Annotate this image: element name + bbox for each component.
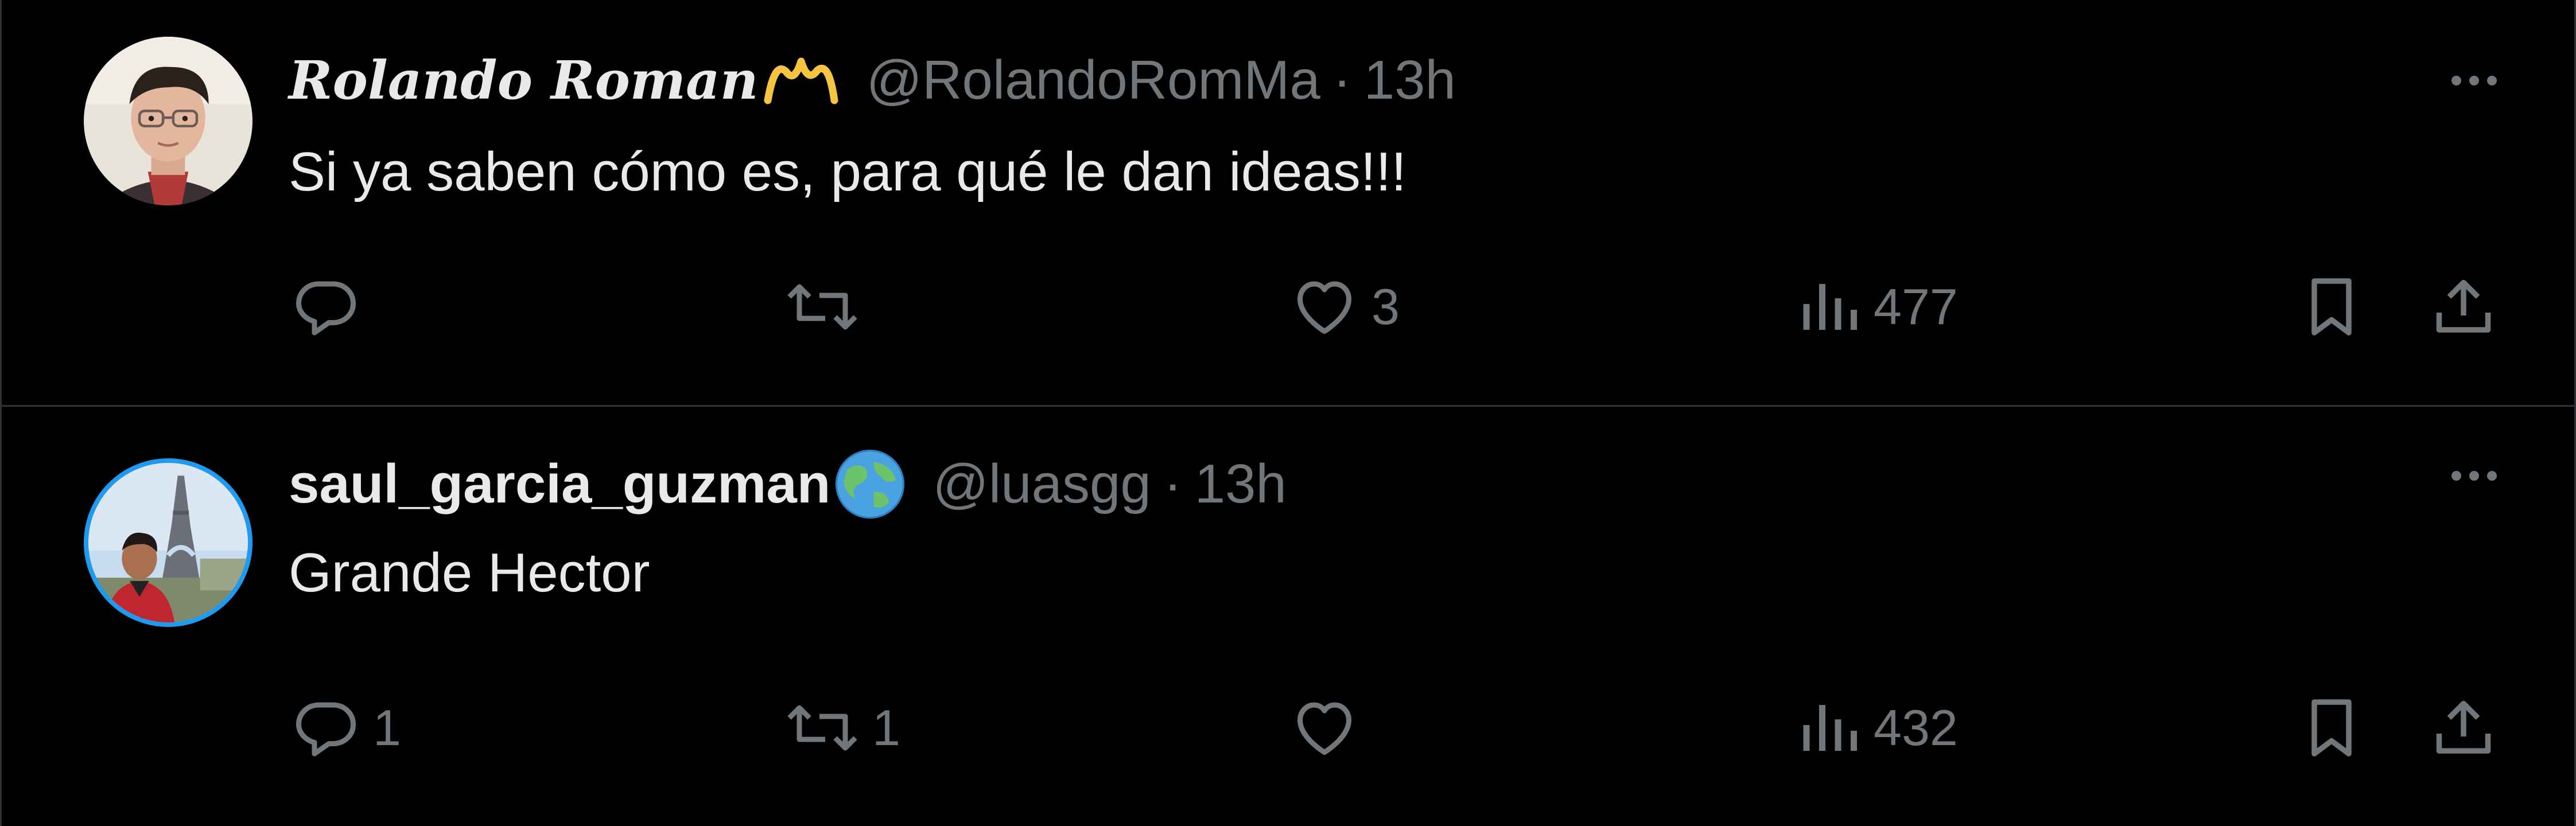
reply-button[interactable]: 1 [292, 688, 401, 768]
action-bar: 3 477 [2, 267, 2574, 347]
view-count: 477 [1874, 278, 1958, 335]
bookmark-button[interactable] [2297, 267, 2366, 347]
bookmark-icon [2297, 272, 2366, 341]
author-handle[interactable]: @RolandoRomMa [867, 49, 1320, 112]
retweet-icon [785, 272, 860, 341]
bookmark-icon [2297, 693, 2366, 762]
timestamp[interactable]: 13h [1364, 49, 1456, 112]
retweet-icon [785, 693, 860, 762]
views-button[interactable]: 432 [1798, 688, 1958, 768]
tweet-text: Grande Hector [289, 542, 650, 603]
share-button[interactable] [2429, 688, 2498, 768]
author-name[interactable]: Rolando Roman [289, 49, 759, 111]
heart-icon [1290, 272, 1359, 341]
bookmark-button[interactable] [2297, 688, 2366, 768]
share-icon [2429, 272, 2498, 341]
tweet-header: saul_garcia_guzman @luasgg · 13h [289, 447, 1287, 521]
like-button[interactable]: 3 [1290, 267, 1400, 347]
tweet-header: Rolando Roman @RolandoRomMa · 13h [289, 46, 1456, 115]
more-options-icon[interactable] [2437, 458, 2511, 493]
like-count: 3 [1371, 278, 1400, 335]
timestamp[interactable]: 13h [1195, 453, 1287, 516]
view-count: 432 [1874, 699, 1958, 756]
like-button[interactable] [1290, 688, 1371, 768]
reply-button[interactable] [292, 267, 373, 347]
separator-dot: · [1163, 453, 1182, 515]
globe-emoji-icon [833, 447, 907, 521]
tweet-text: Si ya saben cómo es, para qué le dan ide… [289, 141, 1406, 202]
avatar[interactable] [84, 458, 252, 627]
reply-icon [292, 272, 360, 341]
reply-icon [292, 693, 360, 762]
share-button[interactable] [2429, 267, 2498, 347]
reply-count: 1 [373, 699, 401, 756]
retweet-button[interactable] [785, 267, 872, 347]
action-bar: 1 1 432 [2, 688, 2574, 768]
views-chart-icon [1798, 693, 1861, 762]
more-options-icon[interactable] [2437, 63, 2511, 98]
retweet-button[interactable]: 1 [785, 688, 900, 768]
separator-dot: · [1332, 49, 1351, 111]
views-button[interactable]: 477 [1798, 267, 1958, 347]
reply-thread: Rolando Roman @RolandoRomMa · 13h Si ya … [0, 0, 2576, 826]
author-name[interactable]: saul_garcia_guzman [289, 453, 830, 516]
share-icon [2429, 693, 2498, 762]
reply-tweet[interactable]: Rolando Roman @RolandoRomMa · 13h Si ya … [2, 0, 2574, 405]
yellow-m-emblem-icon [761, 49, 841, 112]
author-handle[interactable]: @luasgg [933, 453, 1151, 516]
avatar[interactable] [84, 37, 252, 205]
retweet-count: 1 [872, 699, 900, 756]
reply-tweet[interactable]: saul_garcia_guzman @luasgg · 13h Grande … [2, 407, 2574, 826]
heart-icon [1290, 693, 1359, 762]
views-chart-icon [1798, 272, 1861, 341]
